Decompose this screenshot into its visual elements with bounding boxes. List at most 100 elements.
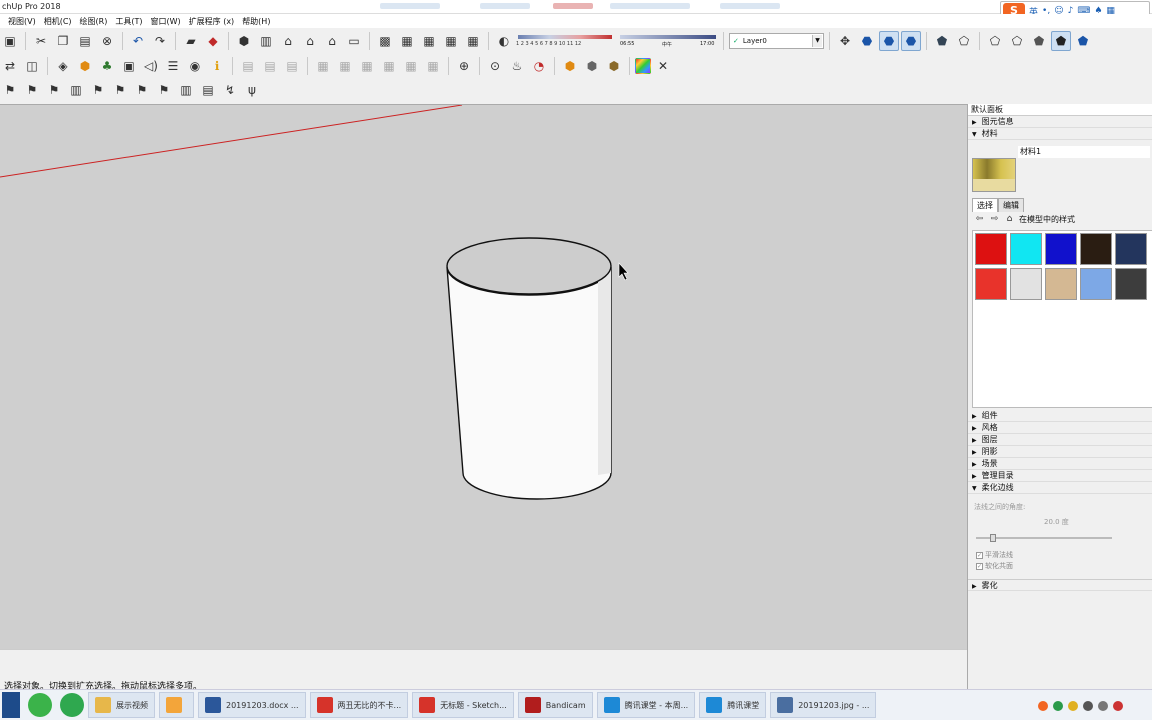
taskbar-item[interactable]: 展示视频 xyxy=(88,692,155,718)
start-button[interactable] xyxy=(2,692,20,718)
position-camera-icon[interactable]: ◔ xyxy=(529,56,549,76)
globe-icon[interactable]: ⊕ xyxy=(454,56,474,76)
forward-arrow-icon[interactable]: ⇨ xyxy=(989,214,1000,225)
flag-5-icon[interactable]: ⚑ xyxy=(88,80,108,100)
chat-icon[interactable]: ◉ xyxy=(185,56,205,76)
section-shadows[interactable]: ▶ 阴影 xyxy=(968,446,1152,458)
style-shaded-icon[interactable]: ⬟ xyxy=(1029,31,1049,51)
menu-draw[interactable]: 绘图(R) xyxy=(80,16,108,27)
style-xray-icon[interactable]: ⬟ xyxy=(932,31,952,51)
style-wire-icon[interactable]: ⬠ xyxy=(985,31,1005,51)
camera-icon[interactable]: ◫ xyxy=(22,56,42,76)
browser-icon[interactable] xyxy=(60,693,84,717)
material-swatch[interactable] xyxy=(1080,268,1112,300)
checkbox-icon[interactable]: ✓ xyxy=(976,563,983,570)
extension-warehouse-icon[interactable]: ⬢ xyxy=(75,56,95,76)
flag-9-icon[interactable]: ▥ xyxy=(176,80,196,100)
pan-icon[interactable]: ♨ xyxy=(507,56,527,76)
back-arrow-icon[interactable]: ⇦ xyxy=(974,214,985,225)
axes-icon[interactable]: ✥ xyxy=(835,31,855,51)
home-icon[interactable]: ⌂ xyxy=(1004,214,1015,225)
info-icon[interactable]: ℹ xyxy=(207,56,227,76)
flag-7-icon[interactable]: ⚑ xyxy=(132,80,152,100)
redo-icon[interactable]: ↷ xyxy=(150,31,170,51)
tray-icon[interactable] xyxy=(1113,700,1123,711)
iso-view-icon[interactable]: ⬢ xyxy=(234,31,254,51)
menu-extensions[interactable]: 扩展程序 (x) xyxy=(189,16,235,27)
layer-dropdown[interactable]: ✓ Layer0 ▼ xyxy=(729,33,824,49)
erase-icon[interactable]: ⊗ xyxy=(97,31,117,51)
section-fog[interactable]: ▶ 雾化 xyxy=(968,579,1152,591)
menu-view[interactable]: 视图(V) xyxy=(8,16,36,27)
section-layers[interactable]: ▶ 图层 xyxy=(968,434,1152,446)
flag-2-icon[interactable]: ⚑ xyxy=(22,80,42,100)
menu-camera[interactable]: 相机(C) xyxy=(44,16,72,27)
section-soften-edges[interactable]: ▼ 柔化边线 xyxy=(968,482,1152,494)
flag-10-icon[interactable]: ▤ xyxy=(198,80,218,100)
section-components[interactable]: ▶ 组件 xyxy=(968,410,1152,422)
tree-icon[interactable]: ♣ xyxy=(97,56,117,76)
wechat-icon[interactable] xyxy=(28,693,52,717)
orbit-icon[interactable]: ⊙ xyxy=(485,56,505,76)
warehouse-icon[interactable]: ◈ xyxy=(53,56,73,76)
material-name-field[interactable]: 材料1 xyxy=(1018,146,1150,158)
copy-icon[interactable]: ❐ xyxy=(53,31,73,51)
sound-icon[interactable]: ◁) xyxy=(141,56,161,76)
soften-angle-slider[interactable] xyxy=(976,534,1112,542)
flag-6-icon[interactable]: ⚑ xyxy=(110,80,130,100)
xray-icon[interactable]: ▩ xyxy=(375,31,395,51)
taskbar-item[interactable]: 两丑无比的不卡... xyxy=(309,692,409,718)
month-slider[interactable]: 1 2 3 4 5 6 7 8 9 10 11 12 xyxy=(516,32,616,50)
material-swatch[interactable] xyxy=(1080,233,1112,265)
slider-knob[interactable] xyxy=(990,534,996,542)
smooth-normals-checkbox[interactable]: ✓ 平滑法线 xyxy=(976,550,1013,560)
chevron-down-icon[interactable]: ▼ xyxy=(812,35,822,47)
tray-icon[interactable] xyxy=(1053,700,1063,711)
front-view-icon[interactable]: ⌂ xyxy=(278,31,298,51)
section-outliner[interactable]: ▶ 管理目录 xyxy=(968,470,1152,482)
network-icon[interactable] xyxy=(1083,700,1093,711)
tab-select[interactable]: 选择 xyxy=(972,198,998,212)
time-slider[interactable]: 06:55 中午 17:00 xyxy=(618,32,718,50)
tab-edit[interactable]: 编辑 xyxy=(998,198,1024,212)
tool-x-icon[interactable]: ✕ xyxy=(653,56,673,76)
left-view-icon[interactable]: ▭ xyxy=(344,31,364,51)
component-icon[interactable]: ⬢ xyxy=(604,56,624,76)
print-icon[interactable]: ▰ xyxy=(181,31,201,51)
paint-gradient-icon[interactable] xyxy=(635,58,651,74)
material-swatch[interactable] xyxy=(1115,233,1147,265)
volume-icon[interactable] xyxy=(1098,700,1108,711)
sogou-tray-icon[interactable] xyxy=(1038,700,1048,711)
flag-4-icon[interactable]: ▥ xyxy=(66,80,86,100)
taskbar-item[interactable]: 20191203.docx ... xyxy=(198,692,306,718)
save-icon[interactable]: ▣ xyxy=(0,31,20,51)
outer-shell-icon[interactable]: ⬢ xyxy=(582,56,602,76)
material-swatch[interactable] xyxy=(1045,268,1077,300)
taskbar-item[interactable]: 腾讯课堂 - 本周... xyxy=(596,692,696,718)
material-swatch[interactable] xyxy=(1010,268,1042,300)
solid-box-icon[interactable]: ⬢ xyxy=(560,56,580,76)
taskbar-item[interactable]: 无标题 - Sketch... xyxy=(412,692,514,718)
viewport-canvas[interactable] xyxy=(0,105,967,650)
flag-1-icon[interactable]: ⚑ xyxy=(0,80,20,100)
textures-icon[interactable]: ▦ xyxy=(463,31,483,51)
menu-window[interactable]: 窗口(W) xyxy=(151,16,181,27)
section-styles[interactable]: ▶ 风格 xyxy=(968,422,1152,434)
wireframe-icon[interactable]: ▦ xyxy=(397,31,417,51)
material-swatch[interactable] xyxy=(975,233,1007,265)
checkbox-icon[interactable]: ✓ xyxy=(976,552,983,559)
menu-tools[interactable]: 工具(T) xyxy=(115,16,142,27)
model-info-icon[interactable]: ◆ xyxy=(203,31,223,51)
model-viewport[interactable] xyxy=(0,104,967,649)
flag-8-icon[interactable]: ⚑ xyxy=(154,80,174,100)
walk-icon[interactable]: ⇄ xyxy=(0,56,20,76)
menu-help[interactable]: 帮助(H) xyxy=(242,16,270,27)
plant-icon[interactable]: ψ xyxy=(242,80,262,100)
style-back-edges-icon[interactable]: ⬠ xyxy=(954,31,974,51)
taskbar-item[interactable]: 腾讯课堂 xyxy=(699,692,767,718)
section-cut-icon[interactable]: ⬣ xyxy=(901,31,921,51)
shaded-icon[interactable]: ▦ xyxy=(441,31,461,51)
right-view-icon[interactable]: ⌂ xyxy=(300,31,320,51)
undo-icon[interactable]: ↶ xyxy=(128,31,148,51)
display-section-icon[interactable]: ⬣ xyxy=(879,31,899,51)
